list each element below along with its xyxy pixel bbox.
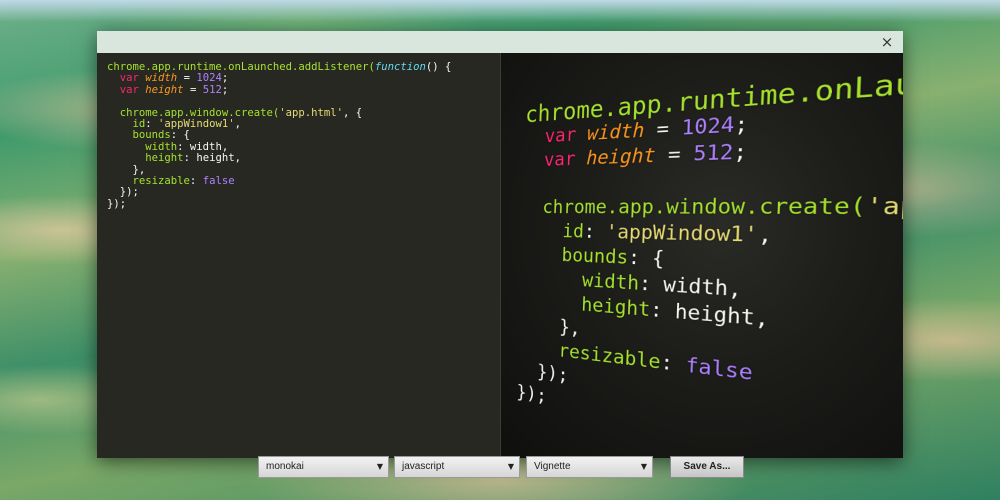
code-token: () {	[425, 61, 452, 73]
code-token: width	[581, 269, 640, 296]
code-token: id	[132, 118, 146, 131]
window-titlebar[interactable]: ×	[97, 31, 903, 53]
effect-select-value: Vignette	[534, 461, 571, 472]
code-token: resizable	[132, 175, 190, 188]
code-token: : height,	[183, 152, 241, 165]
code-token: ,	[234, 118, 241, 131]
editor-line: resizable: false	[107, 175, 500, 188]
code-token: 'appWindow1'	[158, 118, 235, 131]
code-token: 'app.htm	[865, 192, 903, 223]
effect-select[interactable]: Vignette ▼	[526, 456, 653, 478]
code-token: =	[644, 116, 682, 143]
code-token: height	[585, 144, 657, 170]
close-icon[interactable]: ×	[879, 33, 895, 51]
save-as-button[interactable]: Save As...	[670, 456, 744, 478]
code-token: ;	[221, 72, 229, 85]
language-select[interactable]: javascript ▼	[394, 456, 520, 478]
code-token: :	[583, 220, 607, 244]
code-token: =	[183, 83, 203, 96]
code-token: });	[516, 381, 547, 408]
code-token: width	[145, 72, 178, 85]
code-token: },	[107, 163, 146, 176]
code-token: height	[145, 83, 184, 96]
code-token: height	[581, 293, 651, 322]
code-token: bounds	[132, 129, 171, 142]
code-token: =	[177, 72, 197, 85]
code-token: 1024	[196, 72, 222, 85]
code-token: ,	[757, 222, 773, 249]
code-editor[interactable]: chrome.app.runtime.onLaunched.addListene…	[97, 53, 501, 458]
code-token: height	[145, 152, 184, 165]
code-token: });	[107, 197, 127, 210]
code-token: width	[586, 119, 645, 146]
code-token: var	[119, 72, 139, 85]
code-token: ;	[732, 139, 748, 166]
code-token: :	[145, 118, 159, 131]
code-token: 'appWindow1'	[605, 221, 759, 248]
code-token: var	[544, 124, 577, 148]
code-token: function	[374, 61, 426, 73]
app-window: × chrome.app.runtime.onLaunched.addListe…	[97, 31, 903, 478]
chevron-down-icon: ▼	[507, 462, 514, 471]
preview-code: chrome.app.runtime.onLaunched.addL var w…	[516, 53, 903, 458]
theme-select-value: monokai	[266, 461, 304, 472]
code-token: });	[107, 186, 139, 199]
code-token: chrome.app.window.create(	[119, 106, 280, 119]
code-token: id	[562, 220, 585, 244]
code-preview: chrome.app.runtime.onLaunched.addL var w…	[501, 53, 903, 458]
code-token: 512	[202, 83, 222, 96]
code-token: , {	[343, 106, 363, 119]
editor-line: height: height,	[107, 153, 500, 164]
code-token: chrome.app.window.create(	[542, 193, 867, 221]
code-token: width	[145, 140, 178, 153]
code-token: :	[189, 175, 203, 188]
chevron-down-icon: ▼	[376, 462, 383, 471]
language-select-value: javascript	[402, 461, 445, 472]
code-token: 512	[692, 140, 734, 167]
code-token: var	[119, 83, 139, 96]
code-token: =	[655, 142, 694, 168]
theme-select[interactable]: monokai ▼	[258, 456, 389, 478]
code-token: bounds	[561, 244, 629, 270]
editor-line: });	[107, 187, 500, 198]
editor-line: var height = 512;	[107, 83, 500, 96]
wallpaper-sky	[0, 0, 1000, 22]
code-token: chrome.app.runtime.onLaunched.addListene…	[107, 61, 375, 73]
controls-bar: monokai ▼ javascript ▼ Vignette ▼ Save A…	[97, 456, 903, 480]
chevron-down-icon: ▼	[640, 462, 647, 471]
editor-line: });	[107, 197, 500, 210]
code-token: : {	[627, 246, 665, 272]
code-token: 1024	[681, 113, 735, 141]
code-token: var	[543, 148, 576, 172]
code-token: :	[660, 351, 687, 378]
code-token: false	[202, 175, 235, 188]
editor-code[interactable]: chrome.app.runtime.onLaunched.addListene…	[97, 53, 500, 210]
code-token: ;	[221, 83, 229, 96]
code-token: : {	[170, 129, 190, 142]
code-token: 'app.html'	[279, 106, 343, 119]
code-token: : width,	[177, 140, 229, 153]
code-token: ;	[733, 112, 749, 138]
